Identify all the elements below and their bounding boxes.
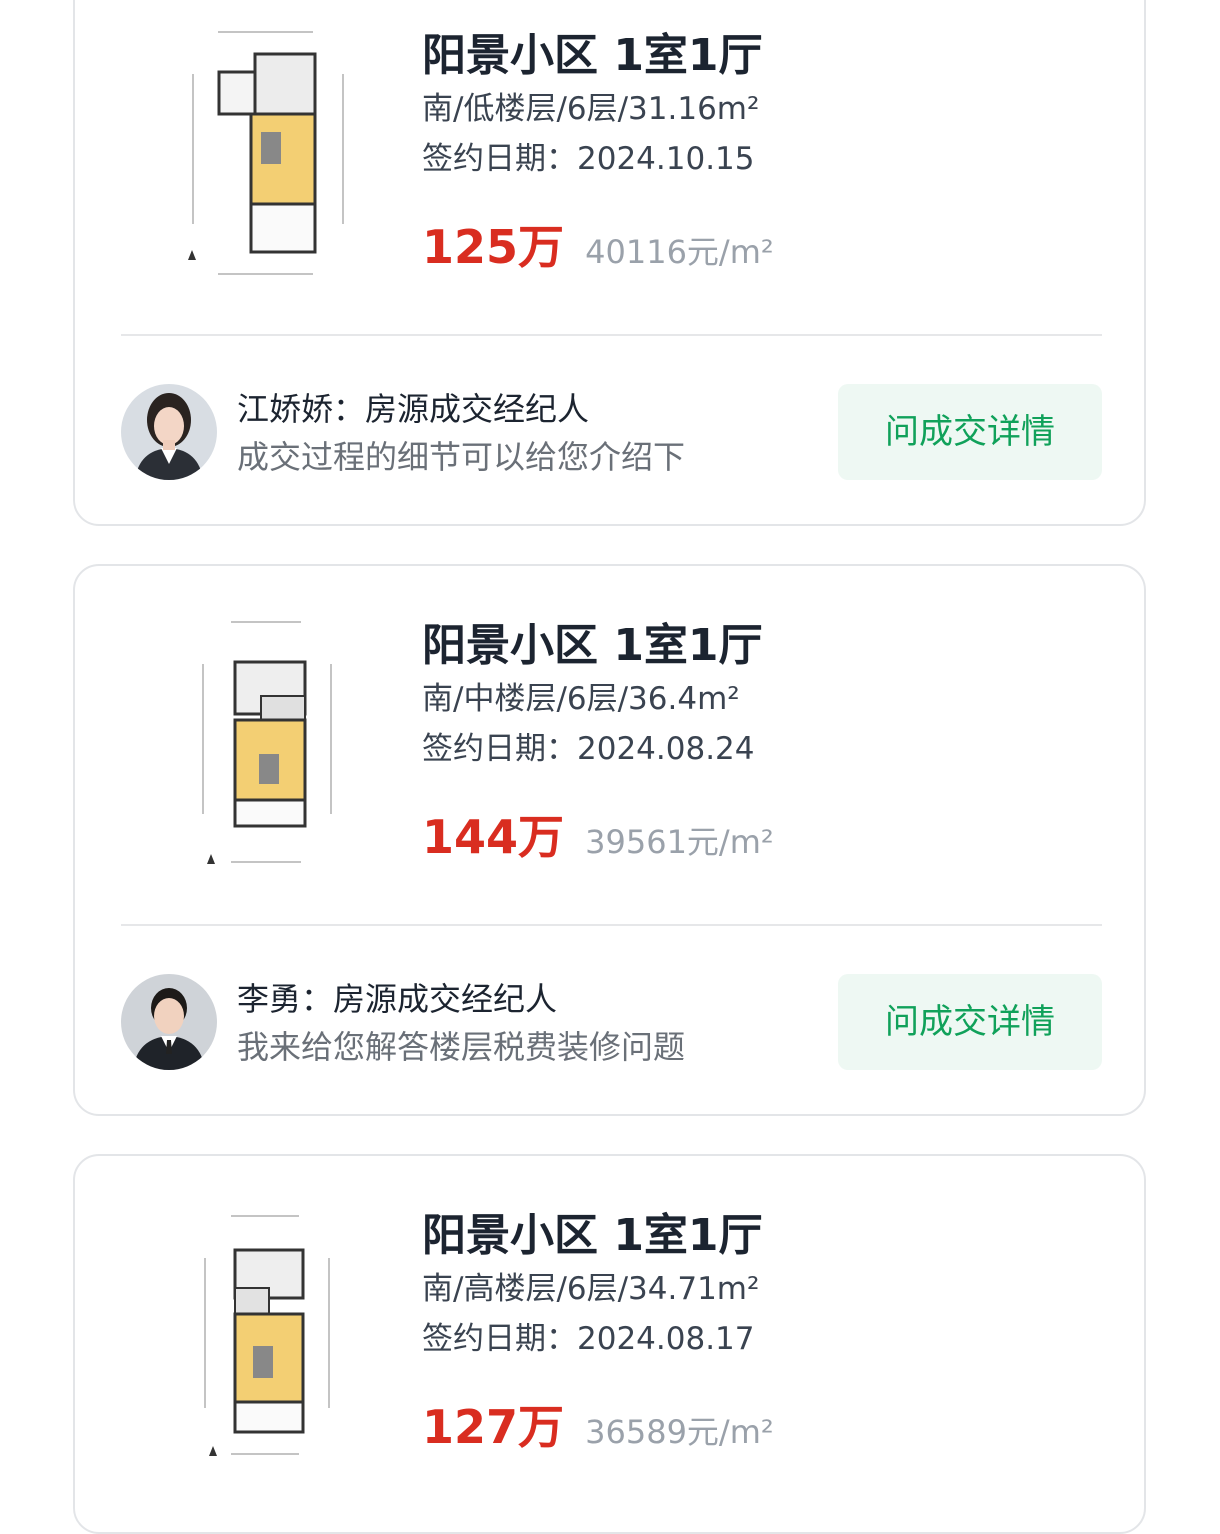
- listing-attributes: 南/低楼层/6层/31.16m²: [422, 91, 760, 127]
- total-price: 125万: [422, 220, 565, 274]
- divider: [121, 334, 1102, 336]
- listing-attributes: 南/中楼层/6层/36.4m²: [422, 681, 740, 717]
- listing-title: 阳景小区 1室1厅: [422, 1210, 763, 1261]
- unit-price: 40116元/m²: [585, 233, 774, 271]
- listing-info: 阳景小区 1室1厅 南/中楼层/6层/36.4m² 签约日期：2024.08.2…: [422, 618, 774, 866]
- listing-info: 阳景小区 1室1厅 南/低楼层/6层/31.16m² 签约日期：2024.10.…: [422, 28, 774, 276]
- listing-card[interactable]: 阳景小区 1室1厅 南/高楼层/6层/34.71m² 签约日期：2024.08.…: [73, 1154, 1146, 1534]
- agent-message: 成交过程的细节可以给您介绍下: [237, 438, 686, 476]
- floor-plan-image: [204, 1215, 330, 1456]
- listing-card[interactable]: 阳景小区 1室1厅 南/中楼层/6层/36.4m² 签约日期：2024.08.2…: [73, 564, 1146, 1116]
- floor-plan-image: [188, 31, 344, 275]
- price-row: 125万 40116元/m²: [422, 218, 774, 276]
- agent-name: 江娇娇：房源成交经纪人: [237, 390, 590, 428]
- sign-date: 签约日期：2024.10.15: [422, 141, 755, 177]
- agent-row[interactable]: 江娇娇：房源成交经纪人 成交过程的细节可以给您介绍下 问成交详情: [121, 384, 1102, 480]
- listing-title: 阳景小区 1室1厅: [422, 620, 763, 671]
- agent-row[interactable]: 李勇：房源成交经纪人 我来给您解答楼层税费装修问题 问成交详情: [121, 974, 1102, 1070]
- price-row: 127万 36589元/m²: [422, 1398, 774, 1456]
- sign-date: 签约日期：2024.08.24: [422, 731, 755, 767]
- listing-info: 阳景小区 1室1厅 南/高楼层/6层/34.71m² 签约日期：2024.08.…: [422, 1208, 774, 1456]
- ask-deal-details-button[interactable]: 问成交详情: [838, 384, 1102, 480]
- unit-price: 36589元/m²: [585, 1413, 774, 1451]
- floor-plan-image: [202, 621, 332, 864]
- total-price: 144万: [422, 810, 565, 864]
- agent-avatar[interactable]: [121, 974, 217, 1070]
- price-row: 144万 39561元/m²: [422, 808, 774, 866]
- agent-name: 李勇：房源成交经纪人: [237, 980, 558, 1018]
- agent-message: 我来给您解答楼层税费装修问题: [237, 1028, 686, 1066]
- divider: [121, 924, 1102, 926]
- listing-card[interactable]: 阳景小区 1室1厅 南/低楼层/6层/31.16m² 签约日期：2024.10.…: [73, 0, 1146, 526]
- agent-avatar[interactable]: [121, 384, 217, 480]
- unit-price: 39561元/m²: [585, 823, 774, 861]
- listing-attributes: 南/高楼层/6层/34.71m²: [422, 1271, 760, 1307]
- total-price: 127万: [422, 1400, 565, 1454]
- sign-date: 签约日期：2024.08.17: [422, 1321, 755, 1357]
- listing-title: 阳景小区 1室1厅: [422, 30, 763, 81]
- ask-deal-details-button[interactable]: 问成交详情: [838, 974, 1102, 1070]
